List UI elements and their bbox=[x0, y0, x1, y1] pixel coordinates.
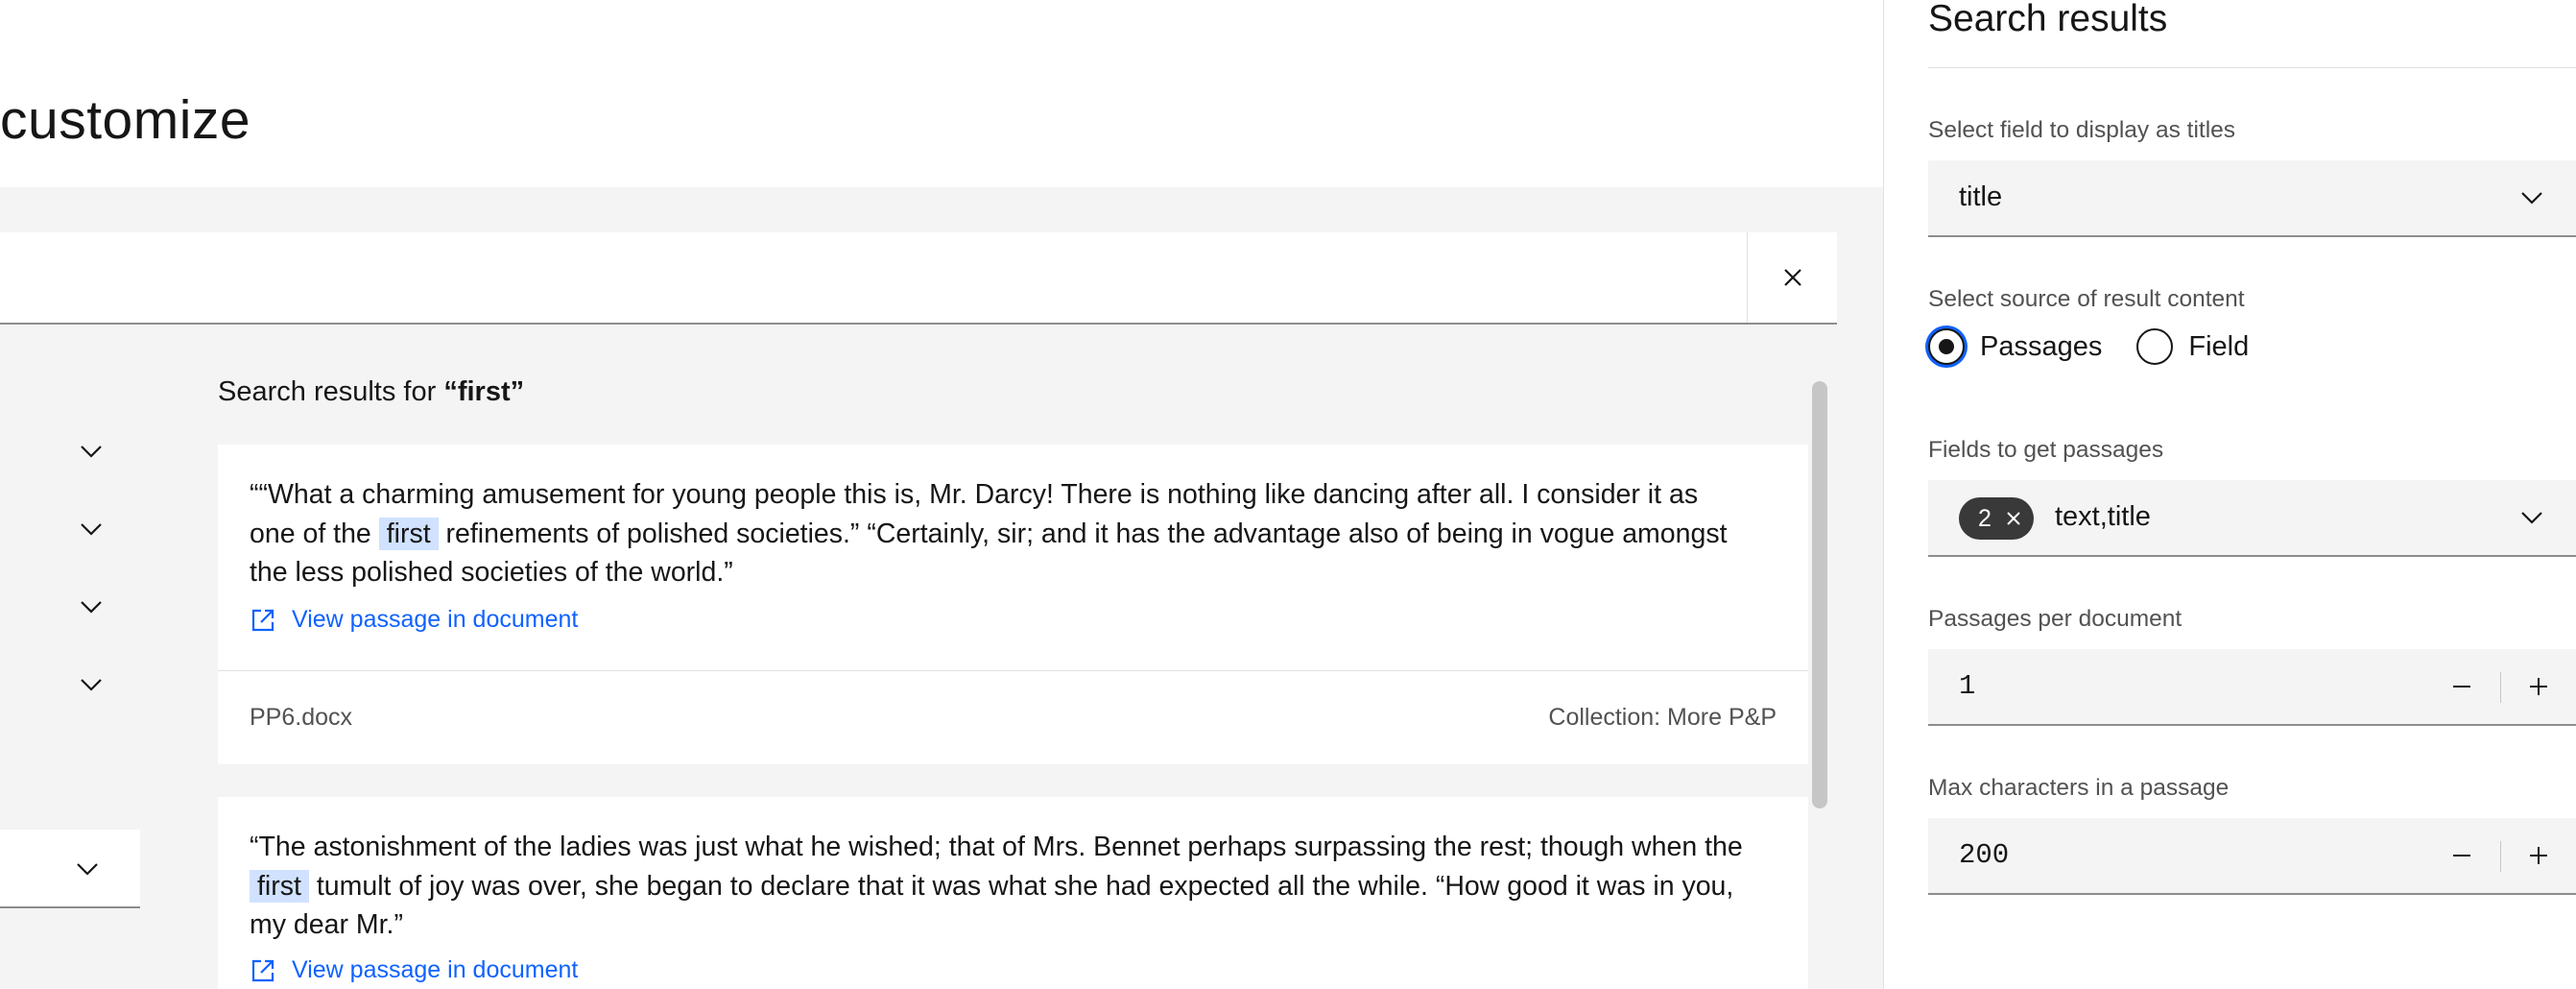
view-passage-label[interactable]: View passage in document bbox=[292, 956, 578, 984]
page-title: customize bbox=[0, 89, 251, 151]
result-card: ““What a charming amusement for young pe… bbox=[218, 445, 1808, 764]
view-passage-label[interactable]: View passage in document bbox=[292, 606, 578, 634]
scrollbar-thumb[interactable] bbox=[1812, 381, 1827, 808]
close-icon bbox=[1783, 269, 1801, 286]
facet-expand-button[interactable] bbox=[77, 515, 106, 543]
radio-field-label: Field bbox=[2188, 330, 2250, 362]
passages-per-doc-input[interactable]: 1 bbox=[1928, 649, 2576, 726]
decrement-button[interactable] bbox=[2423, 649, 2500, 724]
max-chars-label: Max characters in a passage bbox=[1928, 775, 2230, 801]
view-passage-link[interactable]: View passage in document bbox=[250, 956, 578, 984]
results-heading-prefix: Search results for bbox=[218, 376, 444, 407]
chevron-down-icon bbox=[81, 601, 102, 614]
panel-title: Search results bbox=[1928, 0, 2168, 39]
max-chars-value[interactable]: 200 bbox=[1959, 839, 2009, 871]
result-passage: ““What a charming amusement for young pe… bbox=[250, 475, 1747, 592]
results-heading: Search results for “first” bbox=[218, 376, 524, 408]
radio-button[interactable] bbox=[2136, 328, 2174, 365]
customize-panel: Search results Select field to display a… bbox=[1883, 0, 2576, 989]
passage-fields-value: text,title bbox=[2055, 501, 2151, 532]
plus-icon bbox=[2530, 847, 2547, 864]
result-collection: Collection: More P&P bbox=[1548, 704, 1777, 731]
launch-icon bbox=[251, 959, 274, 981]
chevron-down-icon bbox=[81, 679, 102, 691]
result-file-name: PP6.docx bbox=[250, 704, 353, 731]
result-card-footer: PP6.docx Collection: More P&P bbox=[218, 670, 1808, 764]
chevron-down-icon bbox=[81, 523, 102, 536]
minus-icon bbox=[2453, 855, 2470, 856]
chevron-down-icon bbox=[77, 863, 98, 876]
passage-highlight: first bbox=[250, 869, 309, 903]
passage-text: refinements of polished societies.” “Cer… bbox=[250, 518, 1728, 589]
radio-passages[interactable]: Passages bbox=[1928, 328, 2102, 365]
title-field-dropdown[interactable]: title bbox=[1928, 160, 2576, 237]
divider bbox=[1928, 67, 2576, 68]
passages-per-doc-label: Passages per document bbox=[1928, 606, 2182, 632]
passage-text: “The astonishment of the ladies was just… bbox=[250, 832, 1743, 862]
radio-field[interactable]: Field bbox=[2136, 328, 2249, 365]
passages-per-doc-value[interactable]: 1 bbox=[1959, 670, 1975, 702]
results-query: “first” bbox=[443, 376, 525, 407]
facet-expand-button[interactable] bbox=[77, 592, 106, 621]
source-label: Select source of result content bbox=[1928, 286, 2245, 312]
source-radio-group: Passages Field bbox=[1928, 328, 2283, 365]
increment-button[interactable] bbox=[2500, 818, 2576, 893]
result-passage: “The astonishment of the ladies was just… bbox=[250, 828, 1747, 945]
facet-dropdown[interactable] bbox=[0, 830, 140, 908]
increment-button[interactable] bbox=[2500, 649, 2576, 724]
clear-search-button[interactable] bbox=[1747, 232, 1837, 323]
title-field-label: Select field to display as titles bbox=[1928, 117, 2236, 143]
passage-highlight: first bbox=[378, 517, 439, 550]
search-input[interactable] bbox=[0, 232, 1837, 325]
max-chars-input[interactable]: 200 bbox=[1928, 818, 2576, 895]
result-card: “The astonishment of the ladies was just… bbox=[218, 797, 1808, 989]
minus-icon bbox=[2453, 686, 2470, 687]
chevron-down-icon bbox=[2521, 192, 2542, 205]
passage-fields-multiselect[interactable]: 2 text,title bbox=[1928, 480, 2576, 557]
passage-fields-label: Fields to get passages bbox=[1928, 437, 2164, 463]
facet-expand-button[interactable] bbox=[77, 437, 106, 466]
view-passage-link[interactable]: View passage in document bbox=[250, 606, 578, 634]
selection-count-tag[interactable]: 2 bbox=[1959, 497, 2034, 540]
launch-icon bbox=[251, 609, 274, 631]
decrement-button[interactable] bbox=[2423, 818, 2500, 893]
plus-icon bbox=[2530, 678, 2547, 695]
radio-button-checked[interactable] bbox=[1928, 328, 1965, 365]
passage-text: tumult of joy was over, she began to dec… bbox=[250, 870, 1734, 941]
selection-count: 2 bbox=[1978, 504, 1992, 532]
facet-expand-button[interactable] bbox=[77, 670, 106, 699]
close-icon[interactable] bbox=[2005, 510, 2022, 527]
chevron-down-icon bbox=[81, 446, 102, 458]
chevron-down-icon bbox=[2521, 512, 2542, 524]
title-field-value: title bbox=[1959, 181, 2003, 212]
radio-passages-label: Passages bbox=[1980, 330, 2103, 362]
